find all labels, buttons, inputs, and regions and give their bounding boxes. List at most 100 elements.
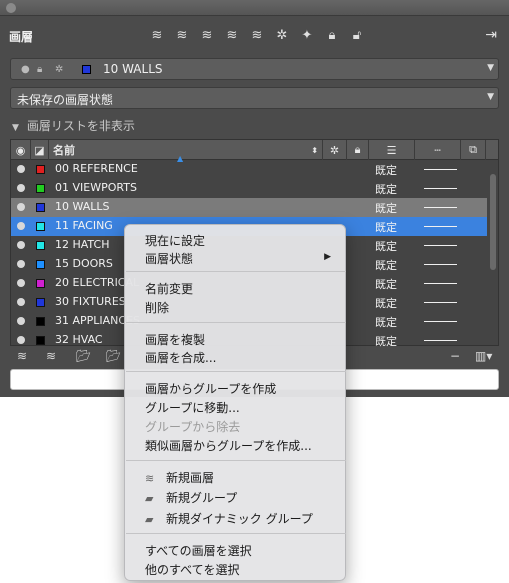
visibility-column-icon[interactable]: ◉ — [11, 140, 31, 160]
visibility-bulb-icon[interactable] — [17, 336, 25, 344]
bulb-icon: ● — [21, 64, 30, 75]
dynamic-folder-icon: ▰ — [145, 513, 154, 526]
menu-item-group-from-similar[interactable]: 類似画層からグループを作成... — [145, 437, 312, 454]
dock-icon[interactable]: ⇥ — [485, 27, 497, 43]
visibility-bulb-icon[interactable] — [17, 222, 25, 230]
layer-previous-icon[interactable]: ≋ — [173, 26, 191, 44]
palette-header: 画層 ≋ ≋ ≋ ≋ ≋ ✲ ✦ 🔒︎ 🔓︎ ⇥ — [0, 20, 509, 52]
visibility-bulb-icon[interactable] — [17, 184, 25, 192]
layer-off-icon[interactable]: ≋ — [248, 26, 266, 44]
layer-color-swatch[interactable] — [36, 184, 45, 193]
menu-item-select-others[interactable]: 他のすべてを選択 — [145, 561, 239, 578]
column-options-icon[interactable]: ▥▾ — [475, 349, 492, 363]
sort-icon: ⬍ — [311, 145, 318, 155]
layer-color-swatch[interactable] — [36, 260, 45, 269]
layer-isolate-icon[interactable]: ≋ — [198, 26, 216, 44]
menu-item-rename[interactable]: 名前変更 — [145, 280, 193, 297]
menu-item-new-group[interactable]: ▰ 新規グループ — [145, 489, 237, 506]
name-column-header[interactable]: 名前 ⬍ — [49, 140, 323, 160]
visibility-bulb-icon[interactable] — [17, 165, 25, 173]
visibility-bulb-icon[interactable] — [17, 203, 25, 211]
layer-row[interactable]: 01 VIEWPORTS 既定 — [11, 179, 487, 198]
layer-transparency[interactable]: 既定 — [375, 200, 397, 216]
menu-item-duplicate[interactable]: 画層を複製 — [145, 331, 205, 348]
visibility-bulb-icon[interactable] — [17, 317, 25, 325]
new-group-icon[interactable]: 📂︎ — [76, 349, 91, 363]
layer-color-swatch[interactable] — [36, 222, 45, 231]
palette-title: 画層 — [9, 30, 34, 44]
minus-icon[interactable]: − — [450, 349, 460, 363]
visibility-bulb-icon[interactable] — [17, 279, 25, 287]
layer-color-swatch[interactable] — [36, 317, 45, 326]
menu-item-select-all[interactable]: すべての画層を選択 — [145, 542, 252, 559]
layer-color-swatch[interactable] — [36, 279, 45, 288]
layer-transparency[interactable]: 既定 — [375, 257, 397, 273]
palette-titlebar[interactable] — [0, 0, 509, 16]
menu-item-new-layer[interactable]: ≋ 新規画層 — [145, 469, 214, 486]
layer-transparency[interactable]: 既定 — [375, 162, 397, 178]
visibility-bulb-icon[interactable] — [17, 298, 25, 306]
layer-lock-icon[interactable]: 🔒︎ — [323, 26, 341, 44]
scrollbar[interactable] — [490, 174, 496, 270]
layer-row[interactable]: 10 WALLS 既定 — [11, 198, 487, 217]
layer-linetype[interactable] — [424, 264, 457, 265]
layer-row[interactable]: 00 REFERENCE 既定 — [11, 160, 487, 179]
layer-unlock-icon[interactable]: 🔓︎ — [348, 26, 366, 44]
menu-item-set-current[interactable]: 現在に設定 — [145, 232, 205, 249]
new-dynamic-group-icon[interactable]: 📂︎ — [106, 349, 121, 363]
layer-color-swatch[interactable] — [36, 336, 45, 345]
layer-transparency[interactable]: 既定 — [375, 219, 397, 235]
layer-state-dropdown[interactable]: 未保存の画層状態 ▼ — [10, 87, 499, 109]
visibility-bulb-icon[interactable] — [17, 241, 25, 249]
layer-linetype[interactable] — [424, 245, 457, 246]
layer-name: 32 HVAC — [55, 333, 103, 346]
menu-item-delete[interactable]: 削除 — [145, 299, 169, 316]
layer-linetype[interactable] — [424, 340, 457, 341]
linetype-column-icon[interactable]: ┄ — [415, 140, 461, 160]
layer-linetype[interactable] — [424, 283, 457, 284]
layer-unisolate-icon[interactable]: ≋ — [223, 26, 241, 44]
layer-color-swatch[interactable] — [36, 165, 45, 174]
layer-linetype[interactable] — [424, 302, 457, 303]
lock-icon: 🔒︎ — [37, 64, 43, 75]
layer-transparency[interactable]: 既定 — [375, 295, 397, 311]
layer-color-swatch[interactable] — [36, 203, 45, 212]
visibility-bulb-icon[interactable] — [17, 260, 25, 268]
layer-linetype[interactable] — [424, 207, 457, 208]
filter-toggle[interactable]: ▼ 画層リストを非表示 — [12, 117, 135, 134]
close-icon[interactable] — [6, 3, 16, 13]
layer-linetype[interactable] — [424, 226, 457, 227]
current-layer-dropdown[interactable]: ● 🔒︎ ✲ 10 WALLS ▼ — [10, 58, 499, 80]
layer-transparency[interactable]: 既定 — [375, 181, 397, 197]
menu-item-group-from-layers[interactable]: 画層からグループを作成 — [145, 380, 276, 397]
layer-color-swatch[interactable] — [36, 241, 45, 250]
layer-linetype[interactable] — [424, 169, 457, 170]
color-column-icon[interactable]: ◪ — [31, 140, 49, 160]
layer-transparency[interactable]: 既定 — [375, 314, 397, 330]
layer-transparency[interactable]: 既定 — [375, 276, 397, 292]
layer-color-swatch — [82, 65, 91, 74]
lock-column-icon[interactable]: 🔒︎ — [347, 140, 369, 160]
menu-item-layer-state[interactable]: 画層状態 — [145, 250, 193, 267]
layer-thaw-icon[interactable]: ✦ — [298, 26, 316, 44]
menu-separator — [126, 371, 346, 372]
layer-match-icon[interactable]: ≋ — [148, 26, 166, 44]
layer-linetype[interactable] — [424, 321, 457, 322]
menu-item-remove-from-group: グループから除去 — [145, 420, 241, 434]
menu-item-new-dynamic-group[interactable]: ▰ 新規ダイナミック グループ — [145, 510, 313, 527]
new-layer-icon[interactable]: ≋ — [17, 349, 27, 363]
layer-linetype[interactable] — [424, 188, 457, 189]
transparency-column-icon[interactable]: ☰ — [369, 140, 415, 160]
menu-item-move-to-group[interactable]: グループに移動... — [145, 399, 240, 416]
layer-freeze-icon[interactable]: ✲ — [273, 26, 291, 44]
plot-column-icon[interactable]: ⧉ — [461, 140, 486, 160]
menu-separator — [126, 533, 346, 534]
layer-transparency[interactable]: 既定 — [375, 238, 397, 254]
freeze-icon: ✲ — [55, 64, 64, 75]
freeze-column-icon[interactable]: ✲ — [323, 140, 347, 160]
layer-transparency[interactable]: 既定 — [375, 333, 397, 349]
menu-item-merge[interactable]: 画層を合成... — [145, 349, 216, 366]
layer-tools: ≋ ≋ ≋ ≋ ≋ ✲ ✦ 🔒︎ 🔓︎ — [148, 26, 366, 44]
layer-color-swatch[interactable] — [36, 298, 45, 307]
new-layer-vp-icon[interactable]: ≋ — [46, 349, 56, 363]
